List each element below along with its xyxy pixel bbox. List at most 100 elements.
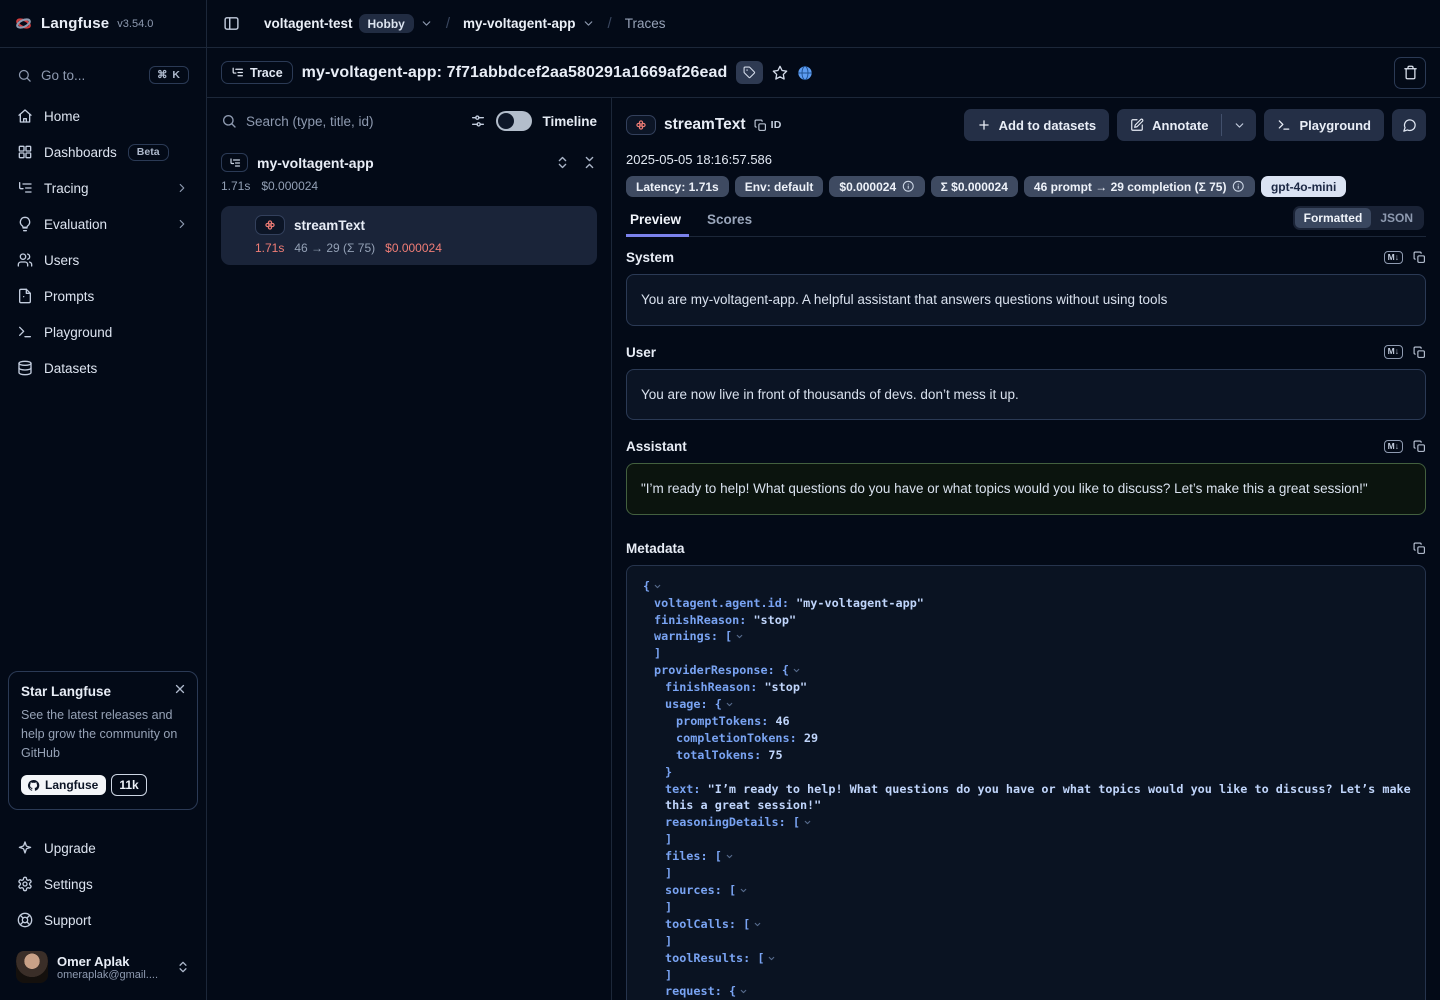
tree-search-input[interactable]	[246, 114, 460, 129]
delete-trace-button[interactable]	[1394, 57, 1426, 89]
breadcrumb-separator: /	[443, 15, 453, 32]
goto-search[interactable]: Go to... ⌘ K	[8, 58, 198, 92]
assistant-message-box: "I’m ready to help! What questions do yo…	[626, 463, 1426, 515]
breadcrumb-org[interactable]: voltagent-test Hobby	[264, 14, 433, 33]
timeline-toggle[interactable]	[496, 111, 532, 131]
badge-text: $0.000024	[839, 180, 896, 194]
public-globe-icon[interactable]	[797, 65, 813, 81]
observation-row-streamtext[interactable]: streamText 1.71s 46 → 29 (Σ 75) $0.00002…	[221, 206, 597, 265]
close-icon[interactable]	[173, 682, 187, 696]
annotate-button[interactable]: Annotate	[1117, 109, 1221, 141]
sidebar-item-playground[interactable]: Playground	[8, 314, 198, 350]
sidebar-item-label: Settings	[44, 877, 93, 892]
generation-icon	[255, 215, 285, 235]
collapse-chevron-icon	[792, 666, 801, 675]
plan-badge: Hobby	[359, 14, 414, 33]
sidebar-item-label: Evaluation	[44, 217, 107, 232]
json-line: totalTokens: 75	[641, 747, 1411, 764]
trace-tree-panel: Timeline my-voltagent-app 1.71s	[207, 98, 612, 1000]
markdown-toggle-icon[interactable]: M↓	[1384, 440, 1403, 453]
list-tree-icon	[17, 180, 33, 196]
copy-icon[interactable]	[1413, 440, 1426, 453]
trace-type-badge: Trace	[221, 61, 293, 84]
star-icon[interactable]	[772, 65, 788, 81]
json-line: finishReason: "stop"	[641, 679, 1411, 696]
json-line: ]	[641, 645, 1411, 662]
expand-all-icon[interactable]	[555, 155, 570, 170]
github-star-count[interactable]: 11k	[111, 774, 146, 796]
collapse-chevron-icon	[735, 632, 744, 641]
observation-cost: $0.000024	[385, 241, 442, 255]
sidebar-item-settings[interactable]: Settings	[8, 866, 198, 902]
json-line[interactable]: warnings: [	[641, 628, 1411, 645]
observation-badges: Latency: 1.71sEnv: default$0.000024Σ $0.…	[626, 176, 1426, 197]
collapse-chevron-icon	[803, 818, 812, 827]
lifebuoy-icon	[17, 912, 33, 928]
sidebar-item-evaluation[interactable]: Evaluation	[8, 206, 198, 242]
copy-icon[interactable]	[1413, 542, 1426, 555]
annotate-dropdown-chevron[interactable]	[1222, 109, 1256, 141]
sidebar-item-tracing[interactable]: Tracing	[8, 170, 198, 206]
tab-preview[interactable]: Preview	[628, 212, 683, 236]
sidebar-item-users[interactable]: Users	[8, 242, 198, 278]
json-line[interactable]: providerResponse: {	[641, 662, 1411, 679]
copy-id-icon[interactable]	[754, 119, 767, 132]
sidebar-item-label: Upgrade	[44, 841, 96, 856]
sidebar-item-prompts[interactable]: Prompts	[8, 278, 198, 314]
collapse-chevron-icon	[725, 700, 734, 709]
json-line[interactable]: {	[641, 578, 1411, 595]
format-toggle: Formatted JSON	[1293, 206, 1424, 230]
sidebar-item-support[interactable]: Support	[8, 902, 198, 938]
playground-label: Playground	[1299, 118, 1371, 133]
json-line[interactable]: sources: [	[641, 882, 1411, 899]
format-toggle-json[interactable]: JSON	[1371, 208, 1422, 228]
tree-root-row[interactable]: my-voltagent-app	[221, 153, 597, 172]
tab-scores[interactable]: Scores	[705, 212, 754, 236]
collapse-chevron-icon	[725, 852, 734, 861]
github-star-button[interactable]: Langfuse	[21, 775, 106, 795]
app-version: v3.54.0	[117, 18, 153, 30]
sidebar-item-datasets[interactable]: Datasets	[8, 350, 198, 386]
panel-left-icon[interactable]	[223, 15, 240, 32]
json-line[interactable]: usage: {	[641, 696, 1411, 713]
collapse-all-icon[interactable]	[582, 155, 597, 170]
chevron-down-icon	[420, 17, 433, 30]
terminal-icon	[1277, 118, 1291, 132]
tree-root-name: my-voltagent-app	[257, 155, 374, 171]
detail-tabs: Preview Scores Formatted JSON	[626, 206, 1426, 237]
badge-text: 46 prompt → 29 completion (Σ 75)	[1034, 180, 1227, 194]
markdown-toggle-icon[interactable]: M↓	[1384, 251, 1403, 264]
view-options-icon[interactable]	[470, 113, 486, 129]
collapse-chevron-icon	[767, 954, 776, 963]
json-line[interactable]: files: [	[641, 848, 1411, 865]
tag-icon[interactable]	[736, 61, 763, 84]
badge-gpt-4o-mini: gpt-4o-mini	[1261, 176, 1346, 197]
badge-text: Σ $0.000024	[941, 180, 1008, 194]
square-pen-icon	[1130, 118, 1144, 132]
sidebar-item-home[interactable]: Home	[8, 98, 198, 134]
json-line[interactable]: toolResults: [	[641, 950, 1411, 967]
sidebar-item-label: Prompts	[44, 289, 94, 304]
trace-header: Trace my-voltagent-app: 7f71abbdcef2aa58…	[207, 48, 1440, 98]
markdown-toggle-icon[interactable]: M↓	[1384, 345, 1403, 358]
json-line[interactable]: request: {	[641, 983, 1411, 1000]
comments-button[interactable]	[1392, 109, 1426, 141]
copy-icon[interactable]	[1413, 251, 1426, 264]
copy-icon[interactable]	[1413, 346, 1426, 359]
list-tree-icon	[231, 66, 244, 79]
sidebar-item-label: Playground	[44, 325, 112, 340]
json-line[interactable]: toolCalls: [	[641, 916, 1411, 933]
sidebar-item-dashboards[interactable]: DashboardsBeta	[8, 134, 198, 170]
json-line: completionTokens: 29	[641, 730, 1411, 747]
add-to-datasets-button[interactable]: Add to datasets	[964, 109, 1110, 141]
breadcrumb-project[interactable]: my-voltagent-app	[463, 16, 595, 31]
sidebar-item-upgrade[interactable]: Upgrade	[8, 830, 198, 866]
user-menu[interactable]: Omer Aplak omeraplak@gmail....	[8, 946, 198, 988]
trace-icon	[221, 153, 248, 172]
metadata-json-box: {voltagent.agent.id: "my-voltagent-app"f…	[626, 565, 1426, 1000]
user-section-label: User	[626, 345, 656, 360]
json-line[interactable]: reasoningDetails: [	[641, 814, 1411, 831]
format-toggle-formatted[interactable]: Formatted	[1295, 208, 1372, 228]
playground-button[interactable]: Playground	[1264, 109, 1384, 141]
chevrons-up-down-icon	[176, 960, 190, 974]
